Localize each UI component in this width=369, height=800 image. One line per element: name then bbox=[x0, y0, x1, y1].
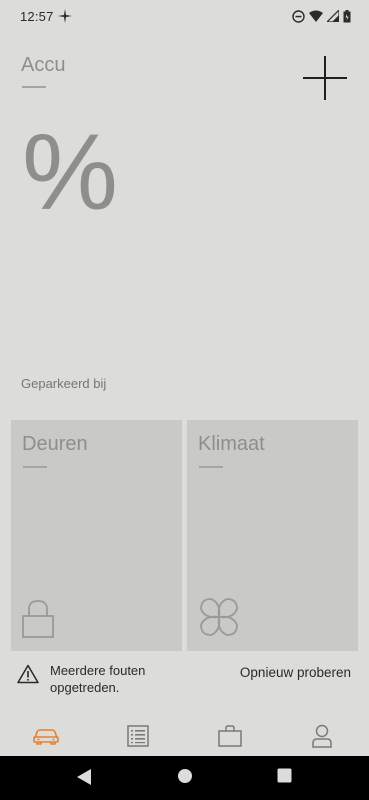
fan-icon bbox=[200, 598, 238, 636]
retry-button[interactable]: Opnieuw proberen bbox=[240, 665, 351, 680]
do-not-disturb-icon bbox=[292, 9, 305, 23]
status-time: 12:57 bbox=[20, 9, 54, 24]
signal-icon bbox=[327, 10, 339, 22]
spark-icon bbox=[58, 9, 72, 23]
car-icon bbox=[33, 729, 59, 745]
battery-percent: % bbox=[22, 111, 119, 232]
status-icons bbox=[292, 9, 351, 23]
plus-icon bbox=[303, 56, 347, 100]
tab-car[interactable] bbox=[0, 719, 92, 753]
lock-icon bbox=[22, 600, 54, 638]
doors-underline bbox=[23, 466, 47, 468]
recents-icon[interactable] bbox=[277, 768, 292, 783]
doors-title: Deuren bbox=[22, 433, 88, 455]
battery-icon bbox=[343, 9, 351, 22]
error-message: Meerdere fouten opgetreden. bbox=[50, 663, 146, 695]
parked-label: Geparkeerd bij bbox=[21, 376, 107, 391]
climate-card[interactable]: Klimaat bbox=[187, 420, 358, 651]
tab-profile[interactable] bbox=[276, 719, 368, 753]
tab-shop[interactable] bbox=[184, 719, 276, 753]
add-button[interactable] bbox=[302, 55, 348, 101]
bag-icon bbox=[218, 725, 242, 747]
climate-underline bbox=[199, 466, 223, 468]
list-icon bbox=[127, 725, 149, 747]
page-title: Accu bbox=[21, 54, 66, 76]
warning-icon bbox=[17, 664, 39, 684]
climate-title: Klimaat bbox=[198, 433, 265, 455]
doors-card[interactable]: Deuren bbox=[11, 420, 182, 651]
system-nav-bar bbox=[0, 756, 369, 800]
back-icon[interactable] bbox=[76, 768, 92, 786]
person-icon bbox=[312, 724, 332, 748]
title-underline bbox=[22, 86, 46, 88]
home-icon[interactable] bbox=[177, 768, 193, 784]
wifi-icon bbox=[309, 10, 323, 22]
tab-list[interactable] bbox=[92, 719, 184, 753]
